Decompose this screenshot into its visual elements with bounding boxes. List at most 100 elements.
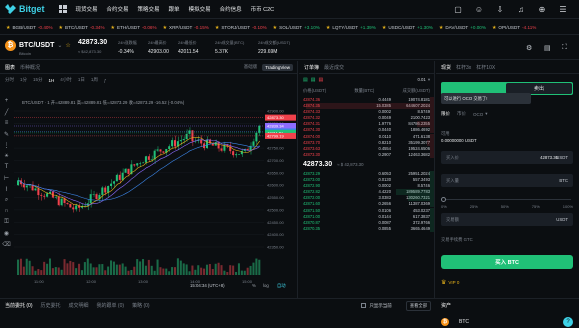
theme-icon[interactable]: ☰ (558, 5, 568, 15)
nav-copy[interactable]: 跟单 (169, 5, 180, 13)
ticker-item[interactable]: ★ ETH/USDT -0.06% (111, 25, 157, 31)
brush-icon[interactable]: ✎ (0, 131, 13, 142)
download-icon[interactable]: ⇩ (495, 5, 505, 15)
interval-4h[interactable]: 4小时 (60, 77, 72, 83)
magnet-icon[interactable]: ∩ (0, 208, 13, 219)
globe-icon[interactable]: ⊕ (537, 5, 547, 15)
depth-bar (429, 177, 434, 184)
type-limit[interactable]: 限价 (441, 111, 450, 117)
tab-margin-3x[interactable]: 杠杆3x (456, 64, 471, 71)
interval-1d[interactable]: 1日 (78, 77, 85, 83)
scale-percent[interactable]: % (252, 283, 256, 288)
tab-chart[interactable]: 图表 (5, 64, 15, 71)
ticker-item[interactable]: ★ BTC/USDT -0.34% (59, 25, 105, 31)
amount-input[interactable]: 买入量 BTC (441, 174, 573, 187)
pattern-icon[interactable]: ⚹ (0, 153, 13, 164)
tab-coin-info[interactable]: 币种概况 (20, 64, 40, 71)
total-input[interactable]: 交易额 USDT (441, 213, 573, 226)
type-oco[interactable]: OCO (473, 112, 483, 117)
nav-c2c[interactable]: 币币 C2C (251, 5, 275, 13)
tab-open-orders[interactable]: 当前委托 (0) (5, 302, 33, 309)
hline-icon[interactable]: ≡ (0, 120, 13, 131)
ticker-item[interactable]: ★ DAV/USDT +0.00% (439, 25, 486, 31)
precision-select[interactable]: 0.01 (417, 77, 425, 82)
scale-log[interactable]: log (263, 283, 269, 288)
nav-contract-info[interactable]: 合约信息 (220, 5, 242, 13)
ticker-item[interactable]: ★ BGB/USDT -0.40% (6, 25, 53, 31)
bid-row[interactable]: 42870.35 0.0855 3665.4649 (299, 225, 434, 232)
interval-1w[interactable]: 1周 (91, 77, 98, 83)
trash-icon[interactable]: ⌫ (0, 241, 13, 252)
slider-50[interactable]: 50% (501, 204, 509, 209)
tab-margin-10x[interactable]: 杠杆10X (476, 64, 495, 71)
tab-copy-orders[interactable]: 我的跟单 (0) (97, 302, 125, 309)
book-asks-icon[interactable]: ▤ (318, 77, 323, 83)
nav-demo[interactable]: 模拟交易 (189, 5, 211, 13)
nav-futures[interactable]: 合约交易 (107, 5, 129, 13)
view-all-button[interactable]: 查看全部 (405, 300, 431, 311)
measure-icon[interactable]: ⊢ (0, 175, 13, 186)
type-market[interactable]: 市价 (457, 111, 466, 117)
amount-slider-handle[interactable] (441, 197, 446, 202)
book-both-icon[interactable]: ▤ (303, 77, 308, 83)
buy-button[interactable]: 买入 BTC (441, 255, 573, 269)
ask-row[interactable]: 42873.30 0.2907 12463.3682 (299, 151, 434, 158)
support-chat-icon[interactable]: ? (563, 317, 573, 327)
depth-bar (429, 207, 434, 214)
interval-tick[interactable]: 分时 (5, 77, 14, 83)
eye-icon[interactable]: ◉ (0, 230, 13, 241)
book-bids-icon[interactable]: ▤ (311, 77, 316, 83)
interval-15m[interactable]: 15分 (33, 77, 43, 83)
interval-1m[interactable]: 1分 (20, 77, 27, 83)
user-icon[interactable]: ☺ (474, 5, 484, 15)
slider-25[interactable]: 25% (470, 204, 478, 209)
price-input[interactable]: 买入价 42873.30 USDT (441, 151, 573, 164)
tab-trade-history[interactable]: 成交明细 (69, 302, 89, 309)
tab-spot[interactable]: 现货 (441, 64, 451, 71)
tab-recent-trades[interactable]: 最近成交 (324, 64, 344, 71)
lock-icon[interactable]: ⚿ (0, 219, 13, 230)
amount-slider-track[interactable] (443, 199, 571, 200)
indicators-icon[interactable]: ƒ (104, 78, 107, 83)
logo[interactable]: Bitget (5, 4, 45, 14)
ticker-item[interactable]: ★ XRP/USDT -0.15% (163, 25, 209, 31)
volume-bar (235, 271, 238, 275)
ticker-item[interactable]: ★ OPI/USDT -4.11% (492, 25, 536, 31)
pair-selector[interactable]: ₿ BTC/USDT ⌄ ☆ (5, 40, 71, 51)
text-icon[interactable]: T (0, 164, 13, 175)
trendline-icon[interactable]: ╱ (0, 109, 13, 120)
apps-grid-icon[interactable] (58, 5, 67, 13)
crosshair-icon[interactable]: + (0, 98, 13, 109)
zoom-icon[interactable]: ⌕ (0, 197, 13, 208)
scale-auto[interactable]: 自动 (277, 283, 286, 289)
tab-order-history[interactable]: 历史委托 (41, 302, 61, 309)
slider-0[interactable]: 0% (441, 204, 447, 209)
ruler-icon[interactable]: ⌇ (0, 186, 13, 197)
current-only-checkbox[interactable] (361, 303, 367, 308)
price-chart[interactable]: 42900.0042850.0042800.0042750.0042700.00… (14, 107, 298, 298)
settings-icon[interactable]: ⚙ (526, 44, 535, 53)
slider-100[interactable]: 100% (563, 204, 573, 209)
fullscreen-icon[interactable]: ⛶ (562, 44, 571, 53)
bell-icon[interactable]: ♫ (516, 5, 526, 15)
tab-strategy-orders[interactable]: 策略 (0) (132, 302, 150, 309)
layout-icon[interactable]: ▤ (544, 44, 553, 53)
nav-strategy[interactable]: 策略交易 (138, 5, 160, 13)
ticker-item[interactable]: ★ STORJ/USDT -0.10% (215, 25, 267, 31)
tab-tradingview[interactable]: TradingView (262, 63, 293, 71)
nav-spot[interactable]: 现货交易 (76, 5, 98, 13)
mid-price[interactable]: 42873.30 ≈ $ 42,873.30 (299, 158, 434, 171)
tab-orderbook[interactable]: 订单簿 (304, 64, 319, 71)
interval-1h[interactable]: 1H (49, 78, 55, 83)
ticker-item[interactable]: ★ SOL/USDT +3.10% (273, 25, 320, 31)
star-icon: ★ (272, 24, 278, 31)
tab-basic[interactable]: 基础版 (244, 64, 258, 70)
ticker-item[interactable]: ★ LQTY/USDT +1.39% (326, 25, 376, 31)
fee-label[interactable]: 交易手续费 GTC (441, 237, 473, 243)
ticker-item[interactable]: ★ USDC/USDT +1.30% (382, 25, 433, 31)
fib-icon[interactable]: ⋮ (0, 142, 13, 153)
wallet-icon[interactable]: ▢ (453, 5, 463, 15)
slider-75[interactable]: 75% (532, 204, 540, 209)
volume-bar (153, 270, 156, 275)
star-icon[interactable]: ☆ (65, 42, 70, 49)
